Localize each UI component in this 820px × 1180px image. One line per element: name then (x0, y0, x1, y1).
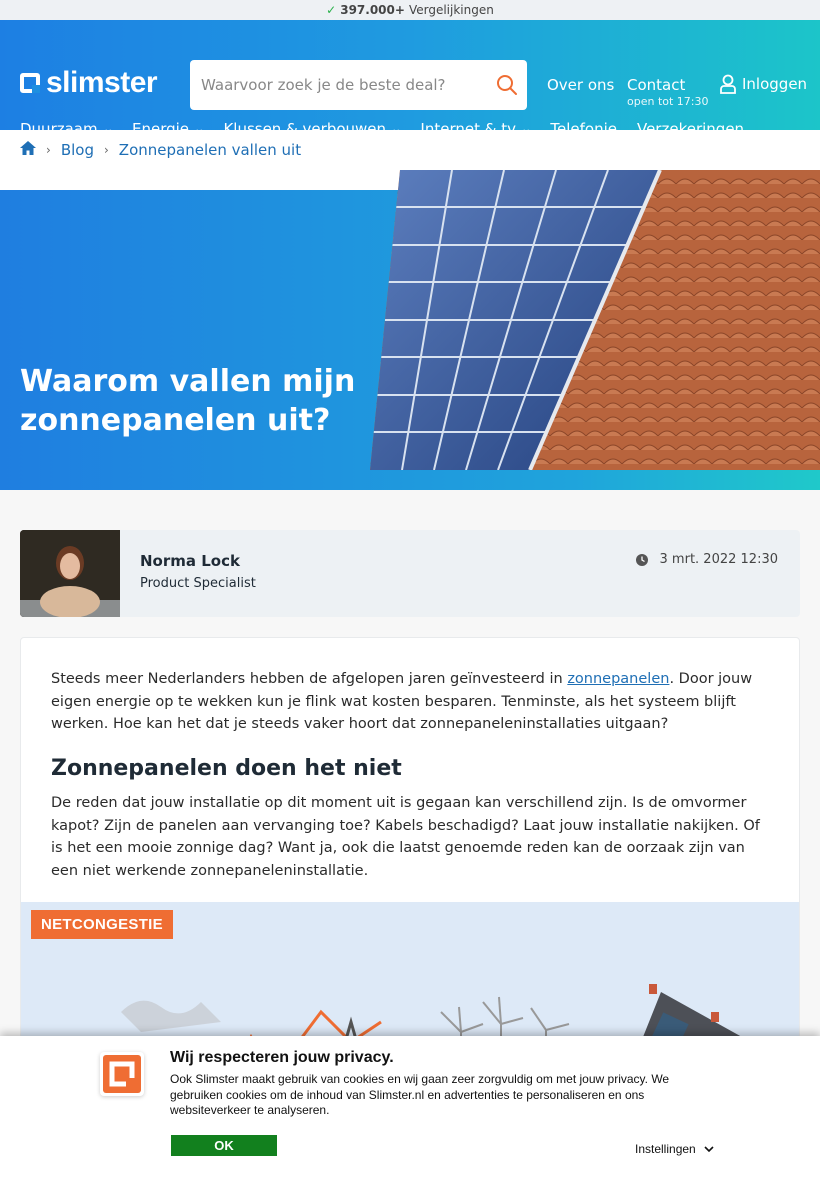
check-icon: ✓ (326, 3, 337, 17)
nav-item-energie[interactable]: Energie ⌄ (132, 120, 205, 138)
site-header: slimster Over ons Contact open tot 17:30… (0, 20, 820, 138)
login-button[interactable]: Inloggen (720, 74, 807, 94)
main-nav: Duurzaam ⌄ Energie ⌄ Klussen & verbouwen ⌄ … (20, 120, 744, 138)
comparison-label: Vergelijkingen (408, 3, 494, 17)
slimster-app-icon (100, 1052, 144, 1096)
zonnepanelen-link[interactable]: zonnepanelen (567, 671, 669, 687)
chevron-down-icon: ⌄ (520, 123, 532, 135)
cookie-title: Wij respecteren jouw privacy. (170, 1049, 394, 1066)
image-tag: NETCONGESTIE (31, 910, 173, 939)
top-bar: ✓ 397.000+ Vergelijkingen (0, 0, 820, 20)
publish-date: 3 mrt. 2022 12:30 (635, 552, 778, 567)
login-label: Inloggen (742, 75, 808, 93)
nav-label: Energie (132, 120, 190, 138)
author-avatar (20, 530, 120, 617)
nav-label: Klussen & verbouwen (223, 120, 387, 138)
nav-label: Verzekeringen (636, 120, 745, 138)
chevron-right-icon: › (46, 143, 51, 157)
nav-label: Internet & tv (420, 120, 516, 138)
slimster-logo[interactable]: slimster (20, 66, 158, 100)
search-icon[interactable] (487, 74, 527, 96)
cookie-banner: Wij respecteren jouw privacy. Ook Slimst… (0, 1036, 820, 1180)
contact-link[interactable]: Contact open tot 17:30 (627, 76, 709, 108)
nav-item-duurzaam[interactable]: Duurzaam ⌄ (20, 120, 114, 138)
chevron-down-icon: ⌄ (193, 123, 205, 135)
author-name: Norma Lock (140, 552, 240, 570)
nav-item-verzekeringen[interactable]: Verzekeringen (637, 120, 744, 138)
author-role: Product Specialist (140, 576, 256, 591)
solar-roof-image (370, 170, 820, 470)
nav-item-internet-tv[interactable]: Internet & tv ⌄ (420, 120, 532, 138)
nav-label: Telefonie (550, 120, 617, 138)
intro-paragraph: Steeds meer Nederlanders hebben de afgel… (51, 671, 753, 732)
section-heading: Zonnepanelen doen het niet (51, 756, 402, 781)
cookie-settings-toggle[interactable]: Instellingen (635, 1142, 714, 1156)
contact-hours: open tot 17:30 (627, 95, 709, 108)
publish-date-text: 3 mrt. 2022 12:30 (659, 552, 778, 567)
section-paragraph: De reden dat jouw installatie op dit mom… (51, 795, 760, 879)
page-title: Waarom vallen mijn zonnepanelen uit? (20, 364, 356, 438)
cookie-text: Ook Slimster maakt gebruik van cookies e… (170, 1072, 670, 1117)
clock-icon (635, 553, 648, 566)
breadcrumb-blog[interactable]: Blog (61, 141, 94, 159)
hero-banner: Waarom vallen mijn zonnepanelen uit? (0, 170, 820, 490)
contact-label: Contact (627, 76, 686, 94)
settings-label: Instellingen (635, 1142, 696, 1156)
home-icon[interactable] (20, 141, 36, 159)
nav-label: Duurzaam (20, 120, 98, 138)
nav-item-telefonie[interactable]: Telefonie (550, 120, 617, 138)
nav-item-klussen[interactable]: Klussen & verbouwen ⌄ (223, 120, 402, 138)
breadcrumb-current[interactable]: Zonnepanelen vallen uit (119, 141, 301, 159)
search-box (190, 60, 527, 110)
chevron-down-icon: ⌄ (102, 123, 114, 135)
logo-mark-icon (20, 73, 40, 93)
chevron-down-icon (704, 1145, 714, 1152)
user-icon (720, 74, 736, 94)
author-card: Norma Lock Product Specialist 3 mrt. 202… (20, 530, 800, 617)
chevron-right-icon: › (103, 143, 109, 157)
over-ons-link[interactable]: Over ons (547, 76, 614, 94)
cookie-ok-button[interactable]: OK (171, 1135, 277, 1156)
logo-text: slimster (46, 66, 158, 99)
comparison-count: 397.000+ (340, 3, 405, 17)
search-input[interactable] (190, 60, 487, 110)
chevron-down-icon: ⌄ (390, 123, 402, 135)
